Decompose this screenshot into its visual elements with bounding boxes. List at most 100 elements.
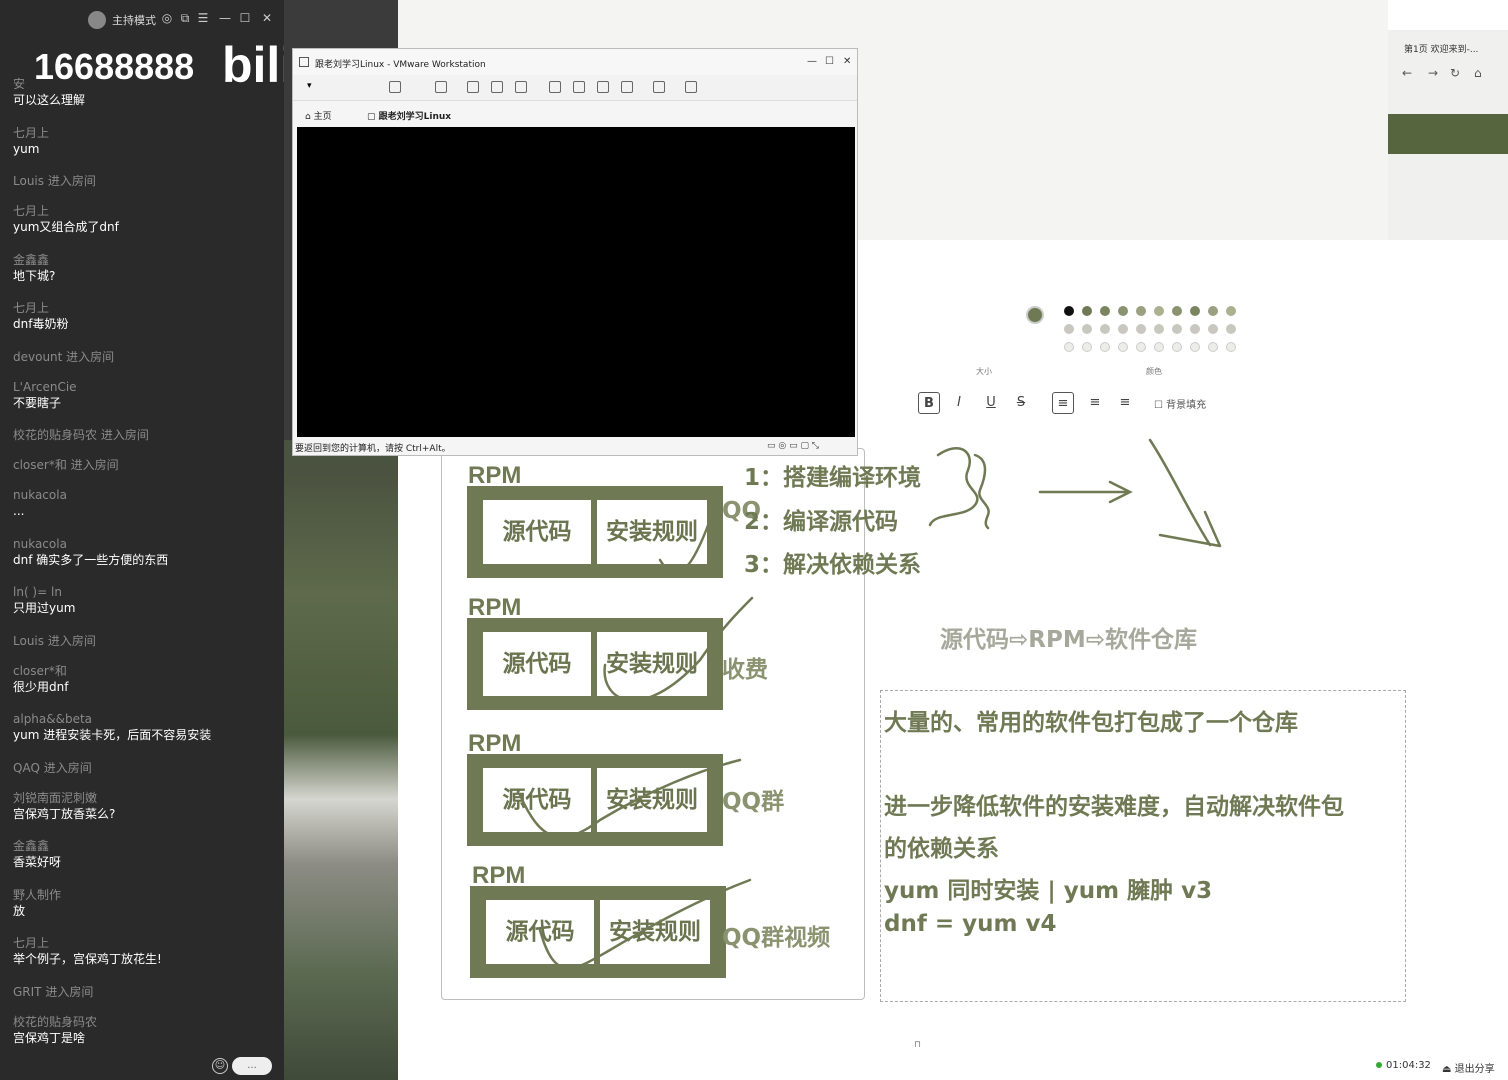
color-swatch[interactable]	[1082, 324, 1092, 334]
chat-message: 七月上 dnf毒奶粉	[13, 300, 275, 332]
align-right-button[interactable]: ≡	[1114, 392, 1136, 414]
chat-event-text: closer*和 进入房间	[13, 458, 119, 472]
color-swatch[interactable]	[1190, 306, 1200, 316]
chat-username[interactable]: 野人制作	[13, 887, 275, 903]
chat-username[interactable]: nukacola	[13, 536, 275, 552]
color-swatch[interactable]	[1208, 342, 1218, 352]
color-swatch[interactable]	[1136, 342, 1146, 352]
unity-icon[interactable]	[621, 81, 633, 93]
reload-icon[interactable]: ↻	[1450, 66, 1460, 80]
console-icon[interactable]	[653, 81, 665, 93]
color-swatch[interactable]	[1118, 324, 1128, 334]
color-swatch[interactable]	[1190, 342, 1200, 352]
browser-tab[interactable]: 第1页 欢迎来到-...	[1404, 42, 1478, 55]
color-swatch[interactable]	[1082, 342, 1092, 352]
device-status-icons[interactable]: ▭ ◎ ▭ ▢ ⤡	[767, 441, 819, 451]
host-mode-label: 主持模式	[112, 14, 156, 27]
chat-username[interactable]: 刘锐南面泥刺嫩	[13, 790, 275, 806]
chat-username[interactable]: ln( )= ln	[13, 584, 275, 600]
color-swatch[interactable]	[1172, 342, 1182, 352]
color-swatch[interactable]	[1082, 306, 1092, 316]
vm-close-icon[interactable]: ✕	[843, 56, 851, 67]
color-swatch[interactable]	[1172, 306, 1182, 316]
manage-snapshots-icon[interactable]	[515, 81, 527, 93]
chat-username[interactable]: 七月上	[13, 125, 275, 141]
color-swatch[interactable]	[1154, 342, 1164, 352]
chat-username[interactable]: L'ArcenCie	[13, 379, 275, 395]
resize-handle[interactable]: ⊓	[914, 1040, 921, 1050]
pause-icon[interactable]	[389, 81, 401, 93]
thumbnail-icon[interactable]	[573, 81, 585, 93]
tab-vm[interactable]: ▢ 跟老刘学习Linux	[367, 109, 451, 122]
color-swatch[interactable]	[1208, 324, 1218, 334]
chat-panel: 主持模式 ◎ ⧉ ☰ — ☐ ✕ 16688888 bili 安可以这么理解七月…	[0, 0, 284, 1080]
chat-username[interactable]: 安	[13, 76, 275, 92]
send-keys-icon[interactable]	[435, 81, 447, 93]
popout-icon[interactable]: ⧉	[178, 11, 192, 25]
color-swatch[interactable]	[1100, 342, 1110, 352]
chat-username[interactable]: 七月上	[13, 935, 275, 951]
chat-username[interactable]: 七月上	[13, 300, 275, 316]
home-icon[interactable]: ⌂	[1474, 66, 1482, 80]
vm-console-screen[interactable]	[297, 127, 855, 437]
color-swatch[interactable]	[1064, 342, 1074, 352]
tab-home[interactable]: ⌂ 主页	[305, 109, 332, 122]
vm-maximize-icon[interactable]: ☐	[825, 56, 834, 67]
color-swatch[interactable]	[1226, 324, 1236, 334]
chat-username[interactable]: alpha&&beta	[13, 711, 275, 727]
bold-button[interactable]: B	[918, 392, 940, 414]
chat-username[interactable]: closer*和	[13, 663, 275, 679]
color-swatch[interactable]	[1136, 306, 1146, 316]
close-icon[interactable]: ✕	[260, 11, 274, 25]
stretch-icon[interactable]	[685, 81, 697, 93]
chat-message: devount 进入房间	[13, 349, 275, 365]
color-swatch[interactable]	[1064, 324, 1074, 334]
strikethrough-button[interactable]: S	[1010, 392, 1032, 414]
color-swatch[interactable]	[1154, 306, 1164, 316]
vmware-window[interactable]: 跟老刘学习Linux - VMware Workstation — ☐ ✕ ▾ …	[292, 48, 858, 456]
chat-username[interactable]: 校花的贴身码农	[13, 1014, 275, 1030]
restore-snapshot-icon[interactable]	[491, 81, 503, 93]
current-color-swatch[interactable]	[1026, 306, 1044, 324]
snapshot-icon[interactable]	[467, 81, 479, 93]
underline-button[interactable]: U	[980, 392, 1002, 414]
color-swatch[interactable]	[1100, 306, 1110, 316]
chat-username[interactable]: 金鑫鑫	[13, 252, 275, 268]
text-box[interactable]: 大量的、常用的软件包打包成了一个仓库 进一步降低软件的安装难度，自动解决软件包 …	[880, 690, 1406, 1002]
align-center-button[interactable]: ≡	[1084, 392, 1106, 414]
vmware-titlebar[interactable]: 跟老刘学习Linux - VMware Workstation — ☐ ✕	[293, 49, 857, 75]
color-swatch[interactable]	[1064, 306, 1074, 316]
color-swatch[interactable]	[1100, 324, 1110, 334]
color-swatch[interactable]	[1118, 306, 1128, 316]
back-icon[interactable]: ←	[1402, 66, 1412, 80]
chat-event-text: QAQ 进入房间	[13, 760, 92, 775]
color-swatch[interactable]	[1226, 342, 1236, 352]
color-swatch[interactable]	[1118, 342, 1128, 352]
color-swatch[interactable]	[1208, 306, 1218, 316]
maximize-icon[interactable]: ☐	[238, 11, 252, 25]
menu-icon[interactable]: ☰	[196, 11, 210, 25]
color-swatch[interactable]	[1172, 324, 1182, 334]
emoji-icon[interactable]: ☺	[212, 1058, 228, 1074]
italic-button[interactable]: I	[948, 392, 970, 414]
fullscreen-icon[interactable]	[597, 81, 609, 93]
background-fill-toggle[interactable]: ☐ 背景填充	[1154, 396, 1206, 411]
color-swatch[interactable]	[1226, 306, 1236, 316]
mode-icon[interactable]: ◎	[160, 11, 174, 25]
minimize-icon[interactable]: —	[218, 11, 232, 25]
library-icon[interactable]	[549, 81, 561, 93]
chat-username[interactable]: nukacola	[13, 487, 275, 503]
menu-dropdown[interactable]: ▾	[307, 81, 319, 93]
color-swatch[interactable]	[1190, 324, 1200, 334]
forward-icon[interactable]: →	[1428, 66, 1438, 80]
color-swatch[interactable]	[1154, 324, 1164, 334]
align-left-button[interactable]: ≡	[1052, 392, 1074, 414]
chat-username[interactable]: 金鑫鑫	[13, 838, 275, 854]
chat-input[interactable]: ...	[232, 1057, 272, 1075]
chat-text: 地下城?	[13, 268, 56, 283]
chat-username[interactable]: 七月上	[13, 203, 275, 219]
exit-share-button[interactable]: ⏏ 退出分享	[1442, 1060, 1495, 1075]
vm-minimize-icon[interactable]: —	[807, 56, 817, 67]
text-line-2: 进一步降低软件的安装难度，自动解决软件包	[884, 794, 1344, 820]
color-swatch[interactable]	[1136, 324, 1146, 334]
